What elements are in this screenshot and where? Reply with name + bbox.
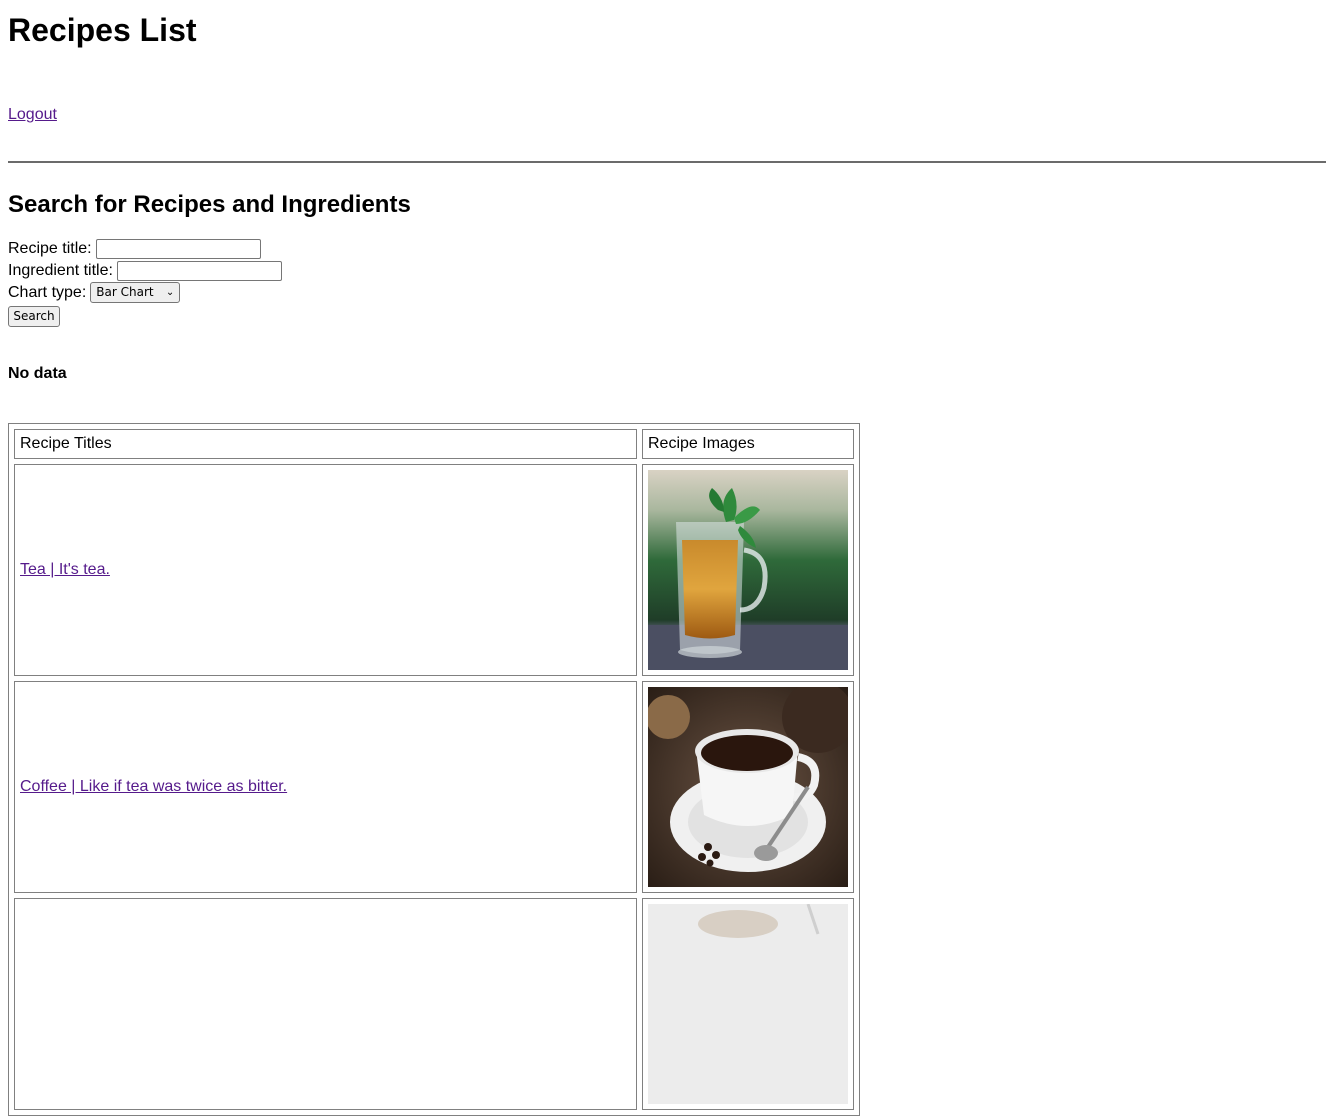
- recipe-title-cell: Coffee | Like if tea was twice as bitter…: [14, 681, 637, 893]
- table-row: Coffee | Like if tea was twice as bitter…: [14, 681, 854, 893]
- recipe-title-label: Recipe title:: [8, 240, 92, 257]
- chart-type-label: Chart type:: [8, 284, 87, 301]
- table-row: [14, 898, 854, 1110]
- chart-type-select[interactable]: Bar Chart ⌄: [90, 282, 181, 304]
- recipes-table: Recipe Titles Recipe Images Tea | It's t…: [8, 423, 860, 1116]
- ingredient-title-label: Ingredient title:: [8, 262, 113, 279]
- column-header-images: Recipe Images: [642, 429, 854, 459]
- recipe-title-row: Recipe title:: [8, 238, 261, 260]
- no-data-message: No data: [8, 365, 67, 382]
- recipe-image-cell: [642, 464, 854, 676]
- recipe-image-cell: [642, 681, 854, 893]
- table-header-row: Recipe Titles Recipe Images: [14, 429, 854, 459]
- chevron-down-icon: ⌄: [165, 287, 175, 299]
- recipe-title-cell: [14, 898, 637, 1110]
- search-heading: Search for Recipes and Ingredients: [8, 191, 411, 218]
- tea-glass-photo: [648, 470, 848, 670]
- column-header-titles: Recipe Titles: [14, 429, 637, 459]
- chart-type-row: Chart type: Bar Chart ⌄: [8, 282, 181, 304]
- chart-type-selected: Bar Chart: [96, 285, 154, 300]
- search-button[interactable]: Search: [8, 306, 60, 327]
- coffee-cup-photo: [648, 687, 848, 887]
- recipe-title-input[interactable]: [95, 238, 261, 259]
- recipe-image-cell: [642, 898, 854, 1110]
- page-title: Recipes List: [8, 12, 197, 48]
- divider: [8, 161, 1326, 163]
- table-row: Tea | It's tea.: [14, 464, 854, 676]
- recipe-link-tea[interactable]: Tea | It's tea.: [20, 561, 110, 578]
- logout-link[interactable]: Logout: [8, 106, 57, 124]
- partial-photo: [648, 904, 848, 1104]
- ingredient-title-row: Ingredient title:: [8, 260, 282, 282]
- recipe-link-coffee[interactable]: Coffee | Like if tea was twice as bitter…: [20, 778, 287, 795]
- ingredient-title-input[interactable]: [116, 260, 282, 281]
- recipe-title-cell: Tea | It's tea.: [14, 464, 637, 676]
